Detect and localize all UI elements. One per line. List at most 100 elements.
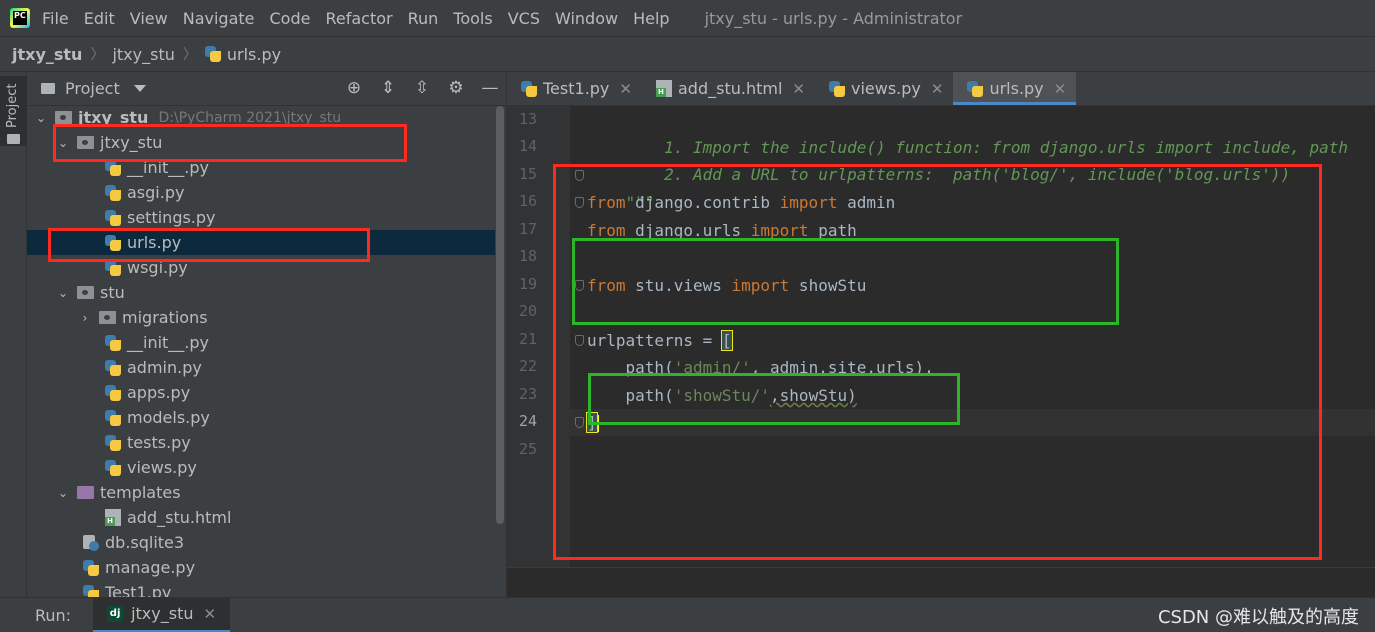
tree-item-wsgi-py[interactable]: wsgi.py [27,255,495,280]
fold-marker-icon[interactable] [575,335,584,346]
close-icon[interactable]: ✕ [931,80,944,98]
chevron-down-icon[interactable]: ⌄ [35,111,47,125]
line-number: 13 [518,110,537,128]
breadcrumb-separator-icon: 〉 [90,47,105,63]
tree-item-label: __init__.py [127,333,210,352]
python-file-icon [521,80,537,97]
database-file-icon [83,534,99,551]
menu-window[interactable]: Window [555,9,618,28]
chevron-down-icon[interactable]: ⌄ [57,136,69,150]
tree-item-tests-py[interactable]: tests.py [27,430,495,455]
tree-item-add-stu-html[interactable]: H add_stu.html [27,505,495,530]
locate-file-icon[interactable]: ⊕ [344,78,364,98]
project-tree-scrollbar[interactable] [496,106,504,524]
collapse-all-icon[interactable]: ⇳ [412,78,432,98]
tab-urls-py[interactable]: urls.py ✕ [953,72,1077,105]
string-literal: 'admin/' [673,358,751,377]
tree-item-views-py[interactable]: views.py [27,455,495,480]
expand-all-icon[interactable]: ⇕ [378,78,398,98]
close-icon[interactable]: ✕ [1054,80,1067,98]
menu-run[interactable]: Run [408,9,439,28]
breadcrumb-file[interactable]: urls.py [227,45,281,64]
menu-edit[interactable]: Edit [84,9,115,28]
tree-item-admin-py[interactable]: admin.py [27,355,495,380]
fold-marker-icon[interactable] [575,280,584,291]
fold-marker-icon[interactable] [575,170,584,181]
menu-view[interactable]: View [130,9,168,28]
line-number: 16 [518,192,537,210]
hide-panel-icon[interactable]: — [480,78,500,98]
menu-file[interactable]: File [42,9,69,28]
menu-tools[interactable]: Tools [453,9,492,28]
tree-item-label: jtxy_stu [100,133,163,152]
tree-item-migrations[interactable]: › migrations [27,305,495,330]
call-expression: path( [587,386,674,405]
tab-label: urls.py [989,79,1044,98]
tree-item-stu-package[interactable]: ⌄ stu [27,280,495,305]
tab-test1-py[interactable]: Test1.py ✕ [507,72,642,105]
html-file-icon: H [655,80,672,97]
project-folder-icon [41,83,55,94]
menu-vcs[interactable]: VCS [508,9,540,28]
chevron-down-icon[interactable]: ⌄ [57,486,69,500]
tree-item-test1-py[interactable]: Test1.py [27,580,495,597]
tree-item-label: __init__.py [127,158,210,177]
chevron-down-icon[interactable]: ⌄ [57,286,69,300]
python-file-icon [105,359,121,376]
tree-item-models-py[interactable]: models.py [27,405,495,430]
code-line-15: """ [587,162,655,212]
call-expression: path( [587,358,674,377]
tree-item-urls-py[interactable]: urls.py [27,230,495,255]
bracket-highlight: ] [586,412,598,433]
tree-item-manage-py[interactable]: manage.py [27,555,495,580]
project-panel-title[interactable]: Project [65,79,120,98]
tree-item-apps-py[interactable]: apps.py [27,380,495,405]
close-icon[interactable]: ✕ [203,605,216,623]
import-name: admin [837,193,896,212]
tree-item-templates[interactable]: ⌄ templates [27,480,495,505]
tree-item-label: templates [100,483,181,502]
close-icon[interactable]: ✕ [792,80,805,98]
menu-navigate[interactable]: Navigate [183,9,255,28]
tree-item-init-py[interactable]: __init__.py [27,155,495,180]
tree-item-asgi-py[interactable]: asgi.py [27,180,495,205]
code-line-17: from django.urls import path [587,217,857,244]
chevron-right-icon[interactable]: › [79,311,91,325]
keyword: import [779,193,838,212]
line-number: 19 [518,275,537,293]
tree-item-db-sqlite3[interactable]: db.sqlite3 [27,530,495,555]
code-line-21: urlpatterns = [ [587,327,733,354]
code-line-13: 1. Import the include() function: from d… [587,107,1348,157]
python-file-icon [105,184,121,201]
tree-item-label: urls.py [127,233,182,252]
close-icon[interactable]: ✕ [619,80,632,98]
tab-views-py[interactable]: views.py ✕ [815,72,953,105]
gear-icon[interactable]: ⚙ [446,78,466,98]
tree-item-label: apps.py [127,383,191,402]
line-number: 17 [518,220,537,238]
chevron-down-icon[interactable] [133,85,146,92]
run-tab-jtxy-stu[interactable]: dj jtxy_stu ✕ [93,597,231,632]
tab-label: views.py [850,79,921,98]
fold-marker-icon[interactable] [575,197,584,208]
menu-code[interactable]: Code [270,9,311,28]
code-editor[interactable]: 13 14 15 16 17 18 19 20 21 22 23 24 25 1… [507,106,1375,567]
tree-item-label: views.py [127,458,197,477]
tree-item-stu-init-py[interactable]: __init__.py [27,330,495,355]
menu-help[interactable]: Help [633,9,669,28]
code-comment: 2. Add a URL to urlpatterns: path('blog/… [625,165,1291,184]
tree-item-project-root[interactable]: ⌄ jtxy_stu D:\PyCharm 2021\jtxy_stu [27,106,495,130]
code-line-23: path('showStu/',showStu) [587,382,857,409]
menu-refactor[interactable]: Refactor [325,9,392,28]
tree-item-label: settings.py [127,208,216,227]
python-file-icon [967,80,984,97]
breadcrumb-package[interactable]: jtxy_stu [112,45,174,64]
tree-item-settings-py[interactable]: settings.py [27,205,495,230]
editor-tab-bar: Test1.py ✕ H add_stu.html ✕ views.py ✕ u… [507,72,1375,106]
tree-item-jtxy-stu-package[interactable]: ⌄ jtxy_stu [27,130,495,155]
python-file-icon [204,46,221,62]
breadcrumb-project[interactable]: jtxy_stu [12,45,82,64]
fold-marker-icon[interactable] [575,417,584,428]
tab-add-stu-html[interactable]: H add_stu.html ✕ [642,72,815,105]
pycharm-logo-icon: PC [10,8,30,28]
